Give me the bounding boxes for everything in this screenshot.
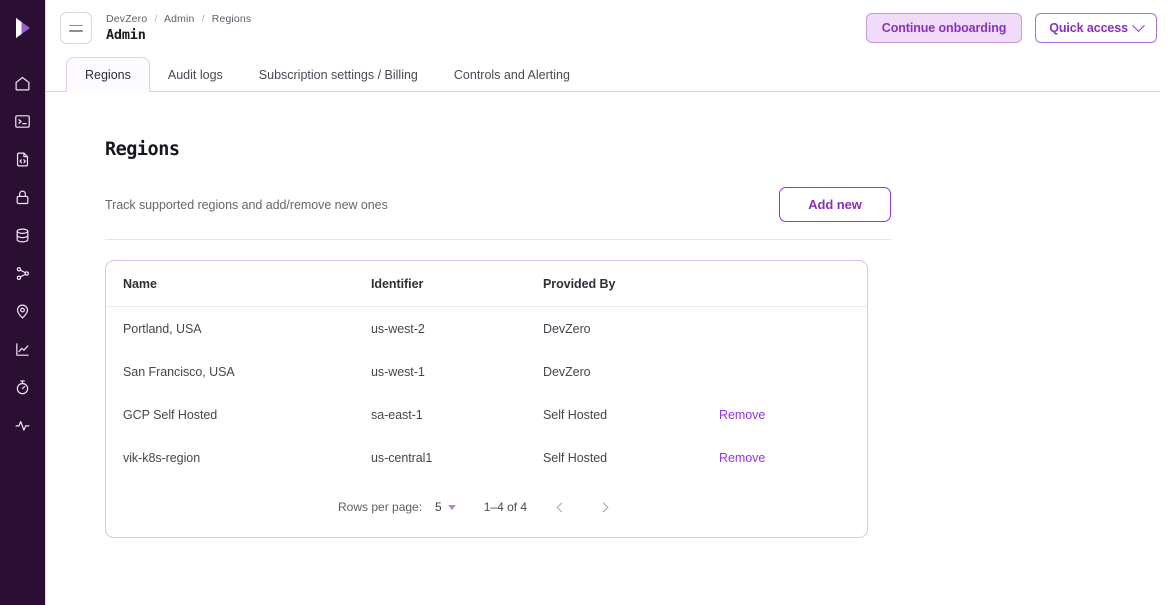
sidebar-item-insights[interactable] bbox=[0, 330, 46, 368]
tab-audit-logs[interactable]: Audit logs bbox=[150, 57, 241, 92]
section-description: Track supported regions and add/remove n… bbox=[105, 198, 388, 212]
remove-button[interactable]: Remove bbox=[719, 408, 765, 422]
column-header-actions bbox=[719, 261, 867, 307]
chart-icon bbox=[14, 341, 31, 358]
network-icon bbox=[14, 265, 31, 282]
tab-controls-and-alerting[interactable]: Controls and Alerting bbox=[436, 57, 588, 92]
regions-table: Name Identifier Provided By Portland, US… bbox=[106, 261, 867, 479]
rows-per-page-value: 5 bbox=[435, 500, 442, 514]
topbar: DevZero / Admin / Regions Admin Continue… bbox=[46, 0, 1171, 56]
section-title: Regions bbox=[105, 139, 1171, 160]
table-body: Portland, USA us-west-2 DevZero San Fran… bbox=[106, 307, 867, 480]
tab-subscription-settings-billing[interactable]: Subscription settings / Billing bbox=[241, 57, 436, 92]
continue-onboarding-button[interactable]: Continue onboarding bbox=[866, 13, 1022, 43]
column-header-identifier: Identifier bbox=[371, 261, 543, 307]
section-divider bbox=[105, 239, 891, 240]
pagination: Rows per page: 5 1–4 of 4 bbox=[106, 479, 867, 537]
stopwatch-icon bbox=[14, 379, 31, 396]
regions-table-card: Name Identifier Provided By Portland, US… bbox=[105, 260, 868, 538]
sidebar-item-secrets[interactable] bbox=[0, 178, 46, 216]
hamburger-line bbox=[69, 30, 83, 32]
cell-name: GCP Self Hosted bbox=[106, 393, 371, 436]
cell-provided-by: Self Hosted bbox=[543, 436, 719, 479]
chevron-down-icon bbox=[1132, 19, 1145, 32]
cell-provided-by: DevZero bbox=[543, 350, 719, 393]
cell-identifier: us-west-1 bbox=[371, 350, 543, 393]
cell-provided-by: DevZero bbox=[543, 307, 719, 351]
sidebar bbox=[0, 0, 46, 605]
sidebar-item-network[interactable] bbox=[0, 254, 46, 292]
sidebar-item-home[interactable] bbox=[0, 64, 46, 102]
sidebar-item-activity[interactable] bbox=[0, 406, 46, 444]
tab-regions[interactable]: Regions bbox=[66, 57, 150, 92]
tab-bar: Regions Audit logs Subscription settings… bbox=[46, 56, 1171, 92]
sidebar-nav bbox=[0, 56, 45, 444]
page-title: Admin bbox=[106, 27, 251, 43]
cell-action bbox=[719, 350, 867, 393]
cell-identifier: sa-east-1 bbox=[371, 393, 543, 436]
next-page-button[interactable] bbox=[595, 499, 611, 515]
breadcrumb-item-regions[interactable]: Regions bbox=[212, 13, 252, 25]
cell-name: Portland, USA bbox=[106, 307, 371, 351]
quick-access-label: Quick access bbox=[1049, 21, 1128, 35]
hamburger-line bbox=[69, 25, 83, 27]
table-row: Portland, USA us-west-2 DevZero bbox=[106, 307, 867, 351]
table-row: San Francisco, USA us-west-1 DevZero bbox=[106, 350, 867, 393]
sidebar-item-recipes[interactable] bbox=[0, 140, 46, 178]
cell-provided-by: Self Hosted bbox=[543, 393, 719, 436]
title-block: DevZero / Admin / Regions Admin bbox=[106, 13, 251, 43]
app-root: DevZero / Admin / Regions Admin Continue… bbox=[0, 0, 1171, 605]
home-icon bbox=[14, 75, 31, 92]
sidebar-item-regions[interactable] bbox=[0, 292, 46, 330]
quick-access-button[interactable]: Quick access bbox=[1035, 13, 1157, 43]
activity-icon bbox=[14, 417, 31, 434]
breadcrumb: DevZero / Admin / Regions bbox=[106, 13, 251, 25]
section-toolbar: Track supported regions and add/remove n… bbox=[105, 187, 891, 222]
cell-action: Remove bbox=[719, 436, 867, 479]
cell-name: vik-k8s-region bbox=[106, 436, 371, 479]
cell-action bbox=[719, 307, 867, 351]
table-row: vik-k8s-region us-central1 Self Hosted R… bbox=[106, 436, 867, 479]
previous-page-button[interactable] bbox=[553, 499, 569, 515]
cell-name: San Francisco, USA bbox=[106, 350, 371, 393]
add-new-button[interactable]: Add new bbox=[779, 187, 891, 222]
remove-button[interactable]: Remove bbox=[719, 451, 765, 465]
table-header-row: Name Identifier Provided By bbox=[106, 261, 867, 307]
main-area: DevZero / Admin / Regions Admin Continue… bbox=[46, 0, 1171, 605]
sidebar-item-terminal[interactable] bbox=[0, 102, 46, 140]
table-header: Name Identifier Provided By bbox=[106, 261, 867, 307]
table-row: GCP Self Hosted sa-east-1 Self Hosted Re… bbox=[106, 393, 867, 436]
database-icon bbox=[14, 227, 31, 244]
cell-identifier: us-central1 bbox=[371, 436, 543, 479]
pagination-range: 1–4 of 4 bbox=[484, 500, 527, 514]
column-header-provided-by: Provided By bbox=[543, 261, 719, 307]
breadcrumb-separator: / bbox=[154, 13, 157, 25]
code-file-icon bbox=[14, 151, 31, 168]
breadcrumb-item-admin[interactable]: Admin bbox=[164, 13, 195, 25]
terminal-icon bbox=[14, 113, 31, 130]
column-header-name: Name bbox=[106, 261, 371, 307]
sidebar-item-data[interactable] bbox=[0, 216, 46, 254]
chevron-left-icon bbox=[556, 502, 566, 512]
sidebar-item-usage[interactable] bbox=[0, 368, 46, 406]
lock-icon bbox=[14, 189, 31, 206]
hamburger-icon[interactable] bbox=[60, 12, 92, 44]
devzero-logo[interactable] bbox=[0, 0, 46, 56]
cell-action: Remove bbox=[719, 393, 867, 436]
breadcrumb-separator: / bbox=[202, 13, 205, 25]
topbar-actions: Continue onboarding Quick access bbox=[866, 13, 1157, 43]
chevron-down-icon bbox=[448, 505, 456, 510]
content-area: Regions Track supported regions and add/… bbox=[46, 139, 1171, 538]
rows-per-page-select[interactable]: 5 bbox=[435, 500, 456, 514]
breadcrumb-item-devzero[interactable]: DevZero bbox=[106, 13, 147, 25]
location-pin-icon bbox=[14, 303, 31, 320]
rows-per-page-label: Rows per page: bbox=[338, 500, 422, 514]
chevron-right-icon bbox=[598, 502, 608, 512]
cell-identifier: us-west-2 bbox=[371, 307, 543, 351]
